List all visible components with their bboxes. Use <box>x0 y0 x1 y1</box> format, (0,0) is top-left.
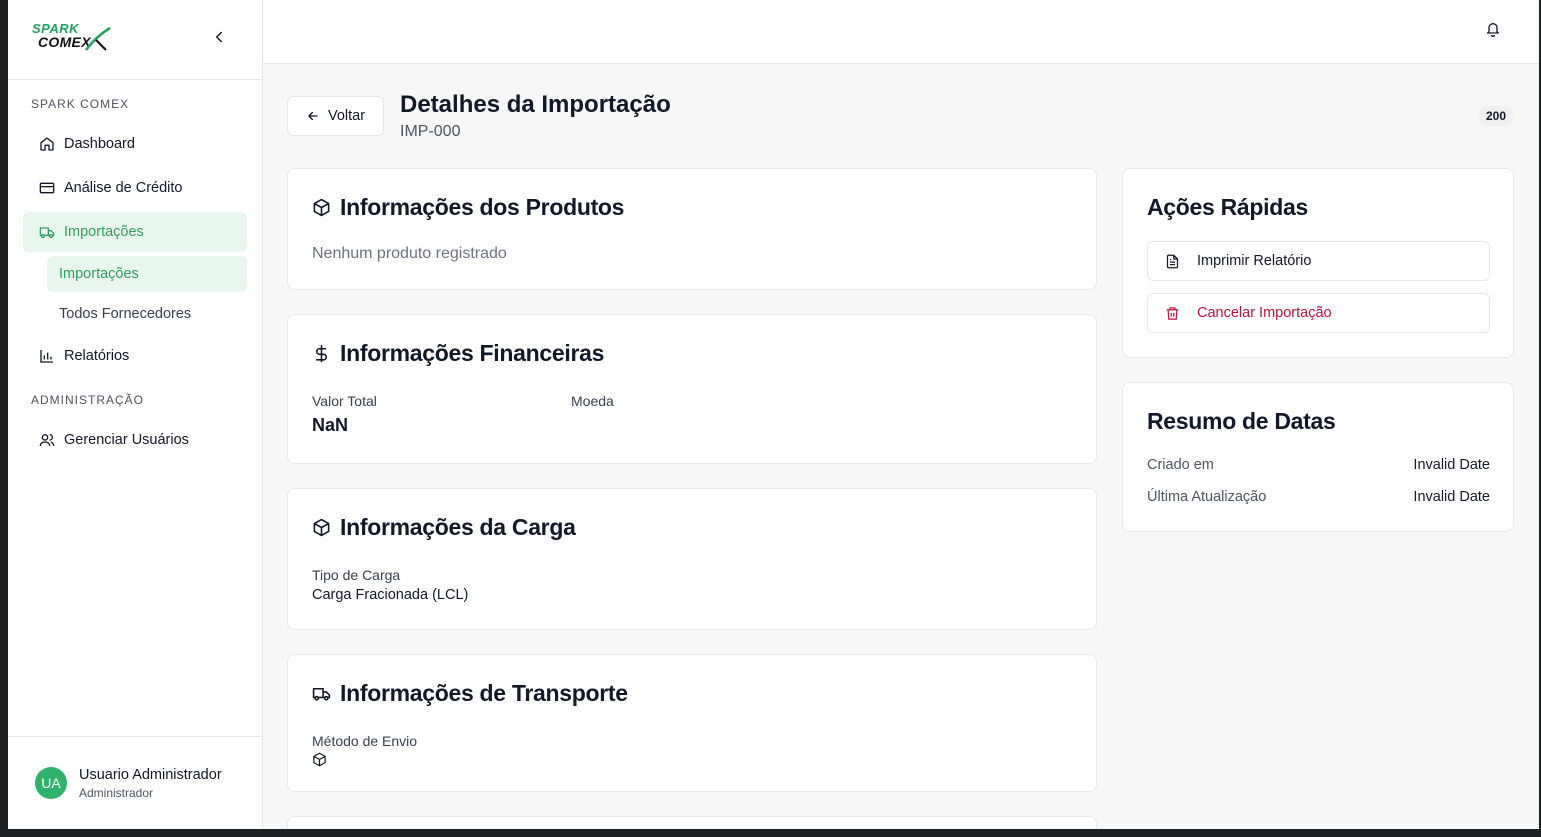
date-row-created: Criado em Invalid Date <box>1147 457 1490 473</box>
print-report-button[interactable]: Imprimir Relatório <box>1147 241 1490 281</box>
products-empty-text: Nenhum produto registrado <box>312 245 507 262</box>
bell-icon[interactable] <box>1485 21 1501 37</box>
date-row-updated: Última Atualização Invalid Date <box>1147 489 1490 505</box>
dates-summary-card: Resumo de Datas Criado em Invalid Date Ú… <box>1122 382 1514 532</box>
total-value-label: Valor Total <box>312 393 377 409</box>
financial-card-title: Informações Financeiras <box>312 340 604 367</box>
page-subtitle: IMP-000 <box>400 123 461 140</box>
quick-actions-card: Ações Rápidas Imprimir Relatório Cancela… <box>1122 168 1514 358</box>
dates-summary-title: Resumo de Datas <box>1147 408 1336 434</box>
truck-icon <box>39 227 55 238</box>
sidebar-item-label: Análise de Crédito <box>64 180 183 196</box>
section-label-administration: ADMINISTRAÇÃO <box>31 393 145 407</box>
sidebar-item-label: Relatórios <box>64 348 130 364</box>
user-name: Usuario Administrador <box>79 767 222 783</box>
package-icon <box>313 752 326 767</box>
sidebar-item-label: Gerenciar Usuários <box>64 432 189 448</box>
users-icon <box>39 434 55 447</box>
main-content: Voltar Detalhes da Importação IMP-000 20… <box>263 0 1539 829</box>
user-profile[interactable]: UA Usuario Administrador Administrador <box>8 736 262 829</box>
total-value: NaN <box>312 415 349 435</box>
file-text-icon <box>1166 254 1179 268</box>
avatar: UA <box>35 767 67 799</box>
user-role: Administrador <box>79 786 154 800</box>
sidebar: SPARK COMEX SPARK COMEX Dashboard Anális… <box>8 0 263 829</box>
cancel-import-button[interactable]: Cancelar Importação <box>1147 293 1490 333</box>
app-window: SPARK COMEX SPARK COMEX Dashboard Anális… <box>8 0 1539 829</box>
sidebar-header: SPARK COMEX <box>8 0 262 80</box>
transport-card: Informações de Transporte Método de Envi… <box>287 654 1097 792</box>
shipping-method-label: Método de Envio <box>312 733 418 749</box>
chevron-left-icon[interactable] <box>210 28 228 46</box>
next-card <box>287 816 1097 829</box>
back-button-label: Voltar <box>327 108 366 124</box>
bar-chart-icon <box>40 350 53 363</box>
sidebar-item-reports[interactable]: Relatórios <box>23 336 247 376</box>
package-icon <box>313 518 330 537</box>
sidebar-item-credit-analysis[interactable]: Análise de Crédito <box>23 168 247 208</box>
back-button[interactable]: Voltar <box>287 96 384 136</box>
dollar-icon <box>315 344 327 363</box>
cargo-type-value: Carga Fracionada (LCL) <box>312 587 469 603</box>
package-icon <box>313 198 330 217</box>
products-card: Informações dos Produtos Nenhum produto … <box>287 168 1097 290</box>
logo-swoosh-icon <box>85 26 111 51</box>
page-title: Detalhes da Importação <box>400 91 671 118</box>
trash-icon <box>1166 306 1179 320</box>
cargo-card-title: Informações da Carga <box>312 514 576 541</box>
products-card-title: Informações dos Produtos <box>312 194 624 221</box>
home-icon <box>40 137 54 151</box>
arrow-left-icon <box>308 111 318 121</box>
quick-actions-title: Ações Rápidas <box>1147 194 1308 220</box>
financial-card: Informações Financeiras Valor Total NaN … <box>287 314 1097 464</box>
currency-label: Moeda <box>571 393 614 409</box>
sidebar-item-label: Dashboard <box>64 136 135 152</box>
transport-card-title: Informações de Transporte <box>312 680 628 707</box>
sidebar-subitem-imports[interactable]: Importações <box>47 256 247 292</box>
sidebar-subitem-all-suppliers[interactable]: Todos Fornecedores <box>47 296 247 332</box>
sidebar-item-label: Importações <box>64 224 144 240</box>
cargo-card: Informações da Carga Tipo de Carga Carga… <box>287 488 1097 630</box>
credit-card-icon <box>39 182 55 194</box>
status-badge: 200 <box>1477 106 1514 126</box>
top-bar <box>263 0 1539 64</box>
sidebar-item-manage-users[interactable]: Gerenciar Usuários <box>23 420 247 460</box>
sidebar-item-dashboard[interactable]: Dashboard <box>23 124 247 164</box>
brand-logo[interactable]: SPARK COMEX <box>32 22 112 54</box>
truck-icon <box>312 687 331 701</box>
sidebar-item-imports[interactable]: Importações <box>23 212 247 252</box>
section-label-spark-comex: SPARK COMEX <box>31 97 130 111</box>
cargo-type-label: Tipo de Carga <box>312 567 401 583</box>
